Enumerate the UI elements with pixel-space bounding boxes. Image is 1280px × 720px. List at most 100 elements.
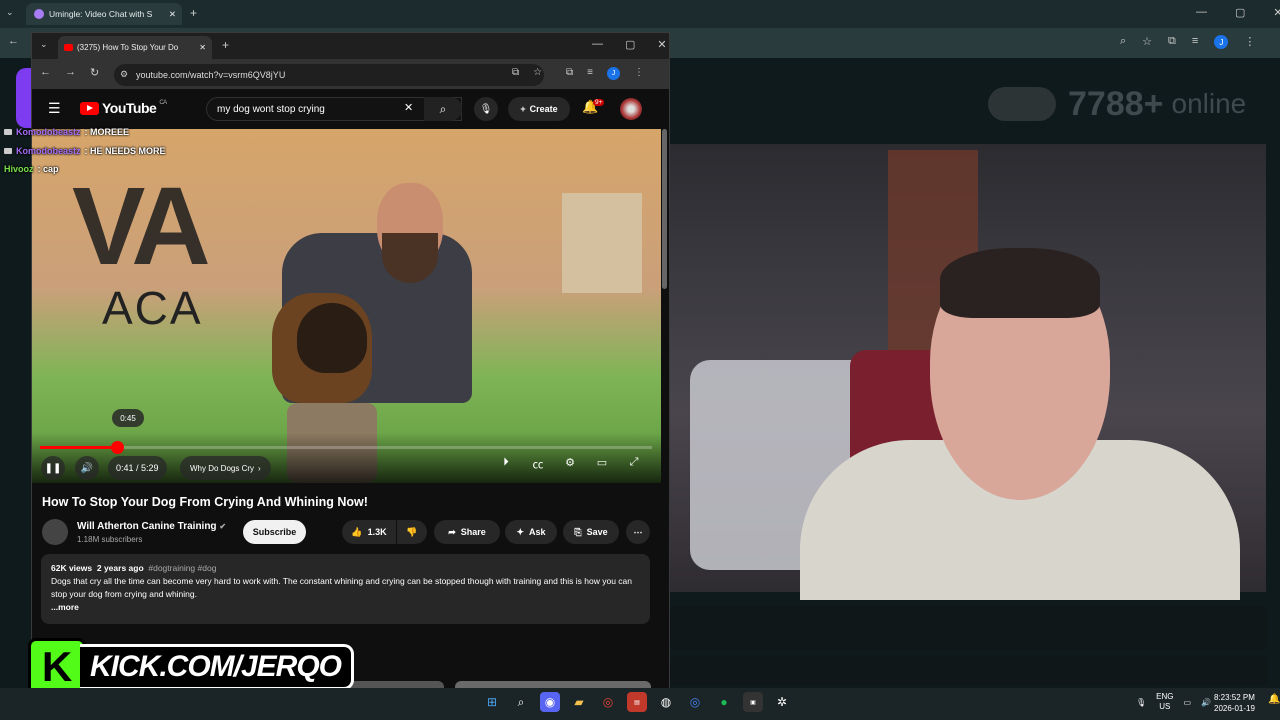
file-explorer-icon[interactable]: ▰ (569, 692, 589, 712)
page-scrollbar[interactable] (662, 129, 667, 289)
search-icon[interactable]: ⌕ (511, 692, 531, 712)
epic-games-icon[interactable]: ▣ (743, 692, 763, 712)
channel-name[interactable]: Will Atherton Canine Training ✔ (77, 521, 226, 532)
tab-youtube[interactable]: (3275) How To Stop Your Do ✕ (58, 36, 212, 59)
upload-age: 2 years ago (96, 563, 144, 573)
address-bar[interactable]: youtube.com/watch?v=vsrm6QV8jYU (114, 64, 544, 86)
online-toggle[interactable] (988, 87, 1056, 121)
microphone-tray-icon[interactable]: 🎙 (1136, 698, 1146, 707)
voice-search-button[interactable]: 🎙 (474, 97, 498, 121)
create-label: Create (529, 104, 558, 114)
network-icon[interactable]: ▭ (1184, 698, 1192, 707)
extensions-icon[interactable]: ⧉ (1168, 35, 1176, 49)
menu-dots-icon[interactable]: ⋮ (1244, 35, 1255, 49)
umingle-chat-bar[interactable] (670, 606, 1268, 650)
close-window-icon[interactable]: ✕ (1273, 6, 1280, 19)
video-frame-panel (562, 193, 642, 293)
hamburger-menu-icon[interactable]: ☰ (48, 100, 61, 117)
profile-avatar[interactable]: J (606, 67, 620, 80)
notification-bell-icon[interactable]: 🔔 (1268, 694, 1280, 705)
profile-avatar[interactable]: J (1214, 35, 1229, 49)
video-frame-letters: VA (72, 165, 211, 288)
close-tab-icon[interactable]: ✕ (169, 9, 176, 20)
back-arrow-icon[interactable]: ← (8, 35, 19, 47)
obs-icon[interactable]: ◍ (656, 692, 676, 712)
video-description[interactable]: 62K views 2 years ago #dogtraining #dog … (41, 554, 650, 624)
subscriber-count: 1.18M subscribers (77, 535, 143, 544)
clear-search-icon[interactable]: ✕ (404, 101, 413, 114)
maximize-icon[interactable]: ▢ (1235, 6, 1245, 19)
bookmark-star-icon[interactable]: ☆ (1142, 35, 1152, 49)
plus-icon: + (520, 104, 526, 114)
autoplay-toggle-icon[interactable]: ⏵ (494, 456, 518, 472)
chrome-active-icon[interactable]: ◎ (685, 692, 705, 712)
forward-arrow-icon[interactable]: → (65, 66, 76, 79)
notifications-badge: 9+ (593, 99, 605, 106)
more-actions-button[interactable]: ⋯ (626, 520, 650, 544)
progress-scrubber[interactable] (111, 441, 124, 454)
mute-button[interactable]: 🔊 (75, 456, 99, 480)
site-info-icon[interactable]: ⚙ (120, 69, 128, 80)
media-icon[interactable]: ≡ (1192, 35, 1198, 49)
maximize-icon[interactable]: ▢ (625, 38, 635, 51)
voicemeeter-icon[interactable]: ▤ (627, 692, 647, 712)
like-button[interactable]: 👍 1.3K (342, 520, 396, 544)
kick-url: KICK.COM/JERQO (80, 644, 355, 690)
pause-button[interactable]: ❚❚ (41, 456, 65, 480)
new-tab-icon[interactable]: + (190, 6, 197, 20)
miniplayer-icon[interactable]: ▭ (590, 456, 614, 472)
chapter-label: Why Do Dogs Cry (190, 463, 255, 473)
tab-list-icon[interactable]: ⌄ (6, 7, 14, 18)
menu-dots-icon[interactable]: ⋮ (634, 67, 644, 80)
windows-start-icon[interactable]: ⊞ (482, 692, 502, 712)
spotify-icon[interactable]: ● (714, 692, 734, 712)
umingle-favicon-icon (34, 9, 44, 19)
save-button[interactable]: ⎘ Save (563, 520, 619, 544)
chapter-button[interactable]: Why Do Dogs Cry › (180, 456, 271, 480)
zoom-icon[interactable]: ⌕ (1120, 35, 1126, 49)
new-tab-icon[interactable]: + (222, 38, 229, 52)
minimize-icon[interactable]: — (592, 38, 603, 51)
extensions-icon[interactable]: ⧉ (566, 67, 573, 80)
dislike-button[interactable]: 👎 (397, 520, 427, 544)
media-icon[interactable]: ≡ (587, 67, 593, 80)
language-indicator[interactable]: ENG US (1156, 692, 1173, 712)
account-avatar[interactable] (620, 98, 642, 120)
progress-bar[interactable] (40, 446, 652, 449)
youtube-logo[interactable]: YouTube CA (80, 100, 167, 116)
volume-icon: 🔊 (80, 462, 94, 474)
close-window-icon[interactable]: ✕ (657, 38, 666, 51)
search-button[interactable]: ⌕ (424, 97, 462, 121)
back-arrow-icon[interactable]: ← (40, 66, 51, 79)
hashtags[interactable]: #dogtraining #dog (148, 563, 216, 573)
create-button[interactable]: + Create (508, 97, 570, 121)
reload-icon[interactable]: ↻ (90, 66, 99, 79)
fullscreen-icon[interactable]: ⤢ (622, 456, 646, 472)
channel-name-text: Will Atherton Canine Training (77, 521, 217, 532)
close-tab-icon[interactable]: ✕ (199, 43, 206, 52)
bookmark-star-icon[interactable]: ☆ (533, 67, 542, 78)
thumbs-up-icon: 👍 (351, 526, 363, 537)
captions-icon[interactable]: ㏄ (526, 456, 550, 472)
ask-button[interactable]: ✦ Ask (505, 520, 557, 544)
microphone-icon: 🎙 (479, 103, 493, 115)
video-title: How To Stop Your Dog From Crying And Whi… (42, 495, 368, 509)
discord-icon[interactable]: ◉ (540, 692, 560, 712)
volume-tray-icon[interactable]: 🔊 (1201, 698, 1211, 707)
youtube-play-logo-icon (80, 101, 99, 115)
install-app-icon[interactable]: ⧉ (512, 67, 519, 78)
show-more-link[interactable]: ...more (51, 601, 640, 614)
yt-tab-list-icon[interactable]: ⌄ (40, 39, 48, 50)
share-button[interactable]: ➦ Share (434, 520, 500, 544)
tab-umingle[interactable]: Umingle: Video Chat with S ✕ (26, 3, 182, 25)
steelseries-icon[interactable]: ✲ (772, 692, 792, 712)
system-clock[interactable]: 8:23:52 PM 2026-01-19 (1214, 692, 1255, 714)
more-dots-icon: ⋯ (633, 526, 643, 537)
search-icon: ⌕ (439, 101, 447, 116)
settings-gear-icon[interactable]: ⚙ (558, 456, 582, 472)
minimize-icon[interactable]: — (1196, 6, 1207, 19)
subscribe-button[interactable]: Subscribe (243, 520, 306, 544)
chrome-icon[interactable]: ◎ (598, 692, 618, 712)
progress-bar-played (40, 446, 117, 449)
channel-avatar[interactable] (42, 519, 68, 545)
